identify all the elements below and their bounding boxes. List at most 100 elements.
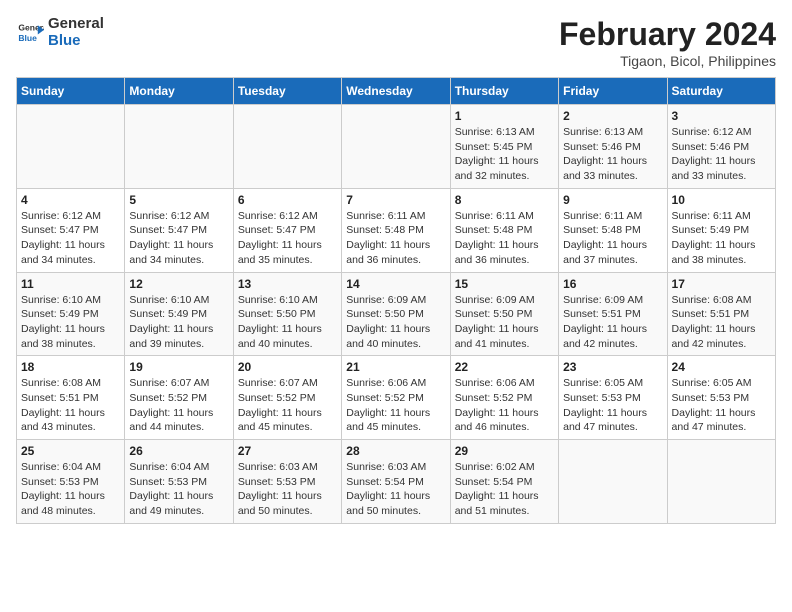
- day-info: Sunrise: 6:09 AM Sunset: 5:50 PM Dayligh…: [455, 293, 554, 352]
- table-cell: 13 Sunrise: 6:10 AM Sunset: 5:50 PM Dayli…: [233, 272, 341, 356]
- day-info: Sunrise: 6:06 AM Sunset: 5:52 PM Dayligh…: [455, 376, 554, 435]
- table-cell: 11Sunrise: 6:10 AM Sunset: 5:49 PM Dayli…: [17, 272, 125, 356]
- week-row-3: 11 Sunrise: 6:10 AM Sunset: 5:49 PM Dayli…: [17, 272, 776, 356]
- table-cell: 22 Sunrise: 6:06 AM Sunset: 5:52 PM Dayli…: [450, 356, 558, 440]
- day-number: 24: [672, 360, 771, 374]
- col-tuesday: Tuesday: [233, 78, 341, 105]
- col-friday: Friday: [559, 78, 667, 105]
- location: Tigaon, Bicol, Philippines: [559, 53, 776, 69]
- day-number: 7: [346, 193, 445, 207]
- day-number: 22: [455, 360, 554, 374]
- day-info: Sunrise: 6:03 AM Sunset: 5:53 PM Dayligh…: [238, 460, 337, 519]
- day-number: 9: [563, 193, 662, 207]
- day-info: Sunrise: 6:11 AM Sunset: 5:49 PM Dayligh…: [672, 209, 771, 268]
- day-info: Sunrise: 6:08 AM Sunset: 5:51 PM Dayligh…: [21, 376, 120, 435]
- calendar-header-row: Sunday Monday Tuesday Wednesday Thursday…: [17, 78, 776, 105]
- day-info: Sunrise: 6:04 AM Sunset: 5:53 PM Dayligh…: [129, 460, 228, 519]
- calendar-table: Sunday Monday Tuesday Wednesday Thursday…: [16, 77, 776, 524]
- table-cell: 18 Sunrise: 6:08 AM Sunset: 5:51 PM Dayli…: [17, 356, 125, 440]
- table-cell: 16 Sunrise: 6:09 AM Sunset: 5:51 PM Dayli…: [559, 272, 667, 356]
- table-cell: 6Sunrise: 6:12 AM Sunset: 5:47 PM Daylig…: [233, 188, 341, 272]
- week-row-1: 1 Sunrise: 6:13 AM Sunset: 5:45 PM Daylig…: [17, 105, 776, 189]
- day-number: 4: [21, 193, 120, 207]
- col-monday: Monday: [125, 78, 233, 105]
- table-cell: 4Sunrise: 6:12 AM Sunset: 5:47 PM Daylig…: [17, 188, 125, 272]
- day-info: Sunrise: 6:05 AM Sunset: 5:53 PM Dayligh…: [672, 376, 771, 435]
- table-cell: 19 Sunrise: 6:07 AM Sunset: 5:52 PM Dayli…: [125, 356, 233, 440]
- table-cell: 23 Sunrise: 6:05 AM Sunset: 5:53 PM Dayli…: [559, 356, 667, 440]
- table-cell: [559, 440, 667, 524]
- table-cell: 12Sunrise: 6:10 AM Sunset: 5:49 PM Dayli…: [125, 272, 233, 356]
- week-row-5: 25 Sunrise: 6:04 AM Sunset: 5:53 PM Dayli…: [17, 440, 776, 524]
- day-info: Sunrise: 6:12 AM Sunset: 5:47 PM Dayligh…: [129, 209, 228, 268]
- table-cell: [233, 105, 341, 189]
- day-info: Sunrise: 6:05 AM Sunset: 5:53 PM Dayligh…: [563, 376, 662, 435]
- day-info: Sunrise: 6:11 AM Sunset: 5:48 PM Dayligh…: [346, 209, 445, 268]
- table-cell: 17Sunrise: 6:08 AM Sunset: 5:51 PM Dayli…: [667, 272, 775, 356]
- col-wednesday: Wednesday: [342, 78, 450, 105]
- day-number: 19: [129, 360, 228, 374]
- table-cell: 5 Sunrise: 6:12 AM Sunset: 5:47 PM Daylig…: [125, 188, 233, 272]
- svg-text:Blue: Blue: [18, 32, 37, 42]
- table-cell: 21Sunrise: 6:06 AM Sunset: 5:52 PM Dayli…: [342, 356, 450, 440]
- table-cell: [667, 440, 775, 524]
- day-number: 16: [563, 277, 662, 291]
- day-info: Sunrise: 6:07 AM Sunset: 5:52 PM Dayligh…: [129, 376, 228, 435]
- day-info: Sunrise: 6:03 AM Sunset: 5:54 PM Dayligh…: [346, 460, 445, 519]
- day-number: 18: [21, 360, 120, 374]
- table-cell: 1 Sunrise: 6:13 AM Sunset: 5:45 PM Daylig…: [450, 105, 558, 189]
- table-cell: 25 Sunrise: 6:04 AM Sunset: 5:53 PM Dayli…: [17, 440, 125, 524]
- table-cell: [342, 105, 450, 189]
- table-cell: 15 Sunrise: 6:09 AM Sunset: 5:50 PM Dayli…: [450, 272, 558, 356]
- col-sunday: Sunday: [17, 78, 125, 105]
- day-info: Sunrise: 6:13 AM Sunset: 5:46 PM Dayligh…: [563, 125, 662, 184]
- day-info: Sunrise: 6:10 AM Sunset: 5:50 PM Dayligh…: [238, 293, 337, 352]
- table-cell: 2 Sunrise: 6:13 AM Sunset: 5:46 PM Daylig…: [559, 105, 667, 189]
- logo-general: General: [48, 15, 104, 32]
- table-cell: 7 Sunrise: 6:11 AM Sunset: 5:48 PM Daylig…: [342, 188, 450, 272]
- day-number: 15: [455, 277, 554, 291]
- table-cell: 28 Sunrise: 6:03 AM Sunset: 5:54 PM Dayli…: [342, 440, 450, 524]
- day-number: 5: [129, 193, 228, 207]
- day-number: 29: [455, 444, 554, 458]
- day-number: 26: [129, 444, 228, 458]
- day-number: 10: [672, 193, 771, 207]
- logo-icon: General Blue: [16, 19, 44, 47]
- day-number: 27: [238, 444, 337, 458]
- day-info: Sunrise: 6:13 AM Sunset: 5:45 PM Dayligh…: [455, 125, 554, 184]
- day-number: 2: [563, 109, 662, 123]
- week-row-4: 18 Sunrise: 6:08 AM Sunset: 5:51 PM Dayli…: [17, 356, 776, 440]
- month-year: February 2024: [559, 16, 776, 53]
- day-info: Sunrise: 6:09 AM Sunset: 5:51 PM Dayligh…: [563, 293, 662, 352]
- col-thursday: Thursday: [450, 78, 558, 105]
- day-info: Sunrise: 6:02 AM Sunset: 5:54 PM Dayligh…: [455, 460, 554, 519]
- day-info: Sunrise: 6:10 AM Sunset: 5:49 PM Dayligh…: [129, 293, 228, 352]
- day-number: 3: [672, 109, 771, 123]
- day-number: 25: [21, 444, 120, 458]
- day-info: Sunrise: 6:11 AM Sunset: 5:48 PM Dayligh…: [563, 209, 662, 268]
- day-info: Sunrise: 6:08 AM Sunset: 5:51 PM Dayligh…: [672, 293, 771, 352]
- table-cell: [17, 105, 125, 189]
- day-number: 1: [455, 109, 554, 123]
- table-cell: 29 Sunrise: 6:02 AM Sunset: 5:54 PM Dayli…: [450, 440, 558, 524]
- day-info: Sunrise: 6:09 AM Sunset: 5:50 PM Dayligh…: [346, 293, 445, 352]
- table-cell: 14 Sunrise: 6:09 AM Sunset: 5:50 PM Dayli…: [342, 272, 450, 356]
- day-number: 11: [21, 277, 120, 291]
- day-number: 21: [346, 360, 445, 374]
- day-number: 28: [346, 444, 445, 458]
- day-number: 23: [563, 360, 662, 374]
- day-number: 13: [238, 277, 337, 291]
- title-block: February 2024 Tigaon, Bicol, Philippines: [559, 16, 776, 69]
- day-info: Sunrise: 6:04 AM Sunset: 5:53 PM Dayligh…: [21, 460, 120, 519]
- table-cell: 24 Sunrise: 6:05 AM Sunset: 5:53 PM Dayli…: [667, 356, 775, 440]
- table-cell: 3Sunrise: 6:12 AM Sunset: 5:46 PM Daylig…: [667, 105, 775, 189]
- week-row-2: 4 Sunrise: 6:12 AM Sunset: 5:47 PM Daylig…: [17, 188, 776, 272]
- logo: General Blue General Blue: [16, 16, 104, 49]
- day-info: Sunrise: 6:11 AM Sunset: 5:48 PM Dayligh…: [455, 209, 554, 268]
- logo-blue: Blue: [48, 33, 104, 50]
- table-cell: 10 Sunrise: 6:11 AM Sunset: 5:49 PM Dayli…: [667, 188, 775, 272]
- day-number: 14: [346, 277, 445, 291]
- day-info: Sunrise: 6:07 AM Sunset: 5:52 PM Dayligh…: [238, 376, 337, 435]
- table-cell: 26 Sunrise: 6:04 AM Sunset: 5:53 PM Dayli…: [125, 440, 233, 524]
- day-number: 6: [238, 193, 337, 207]
